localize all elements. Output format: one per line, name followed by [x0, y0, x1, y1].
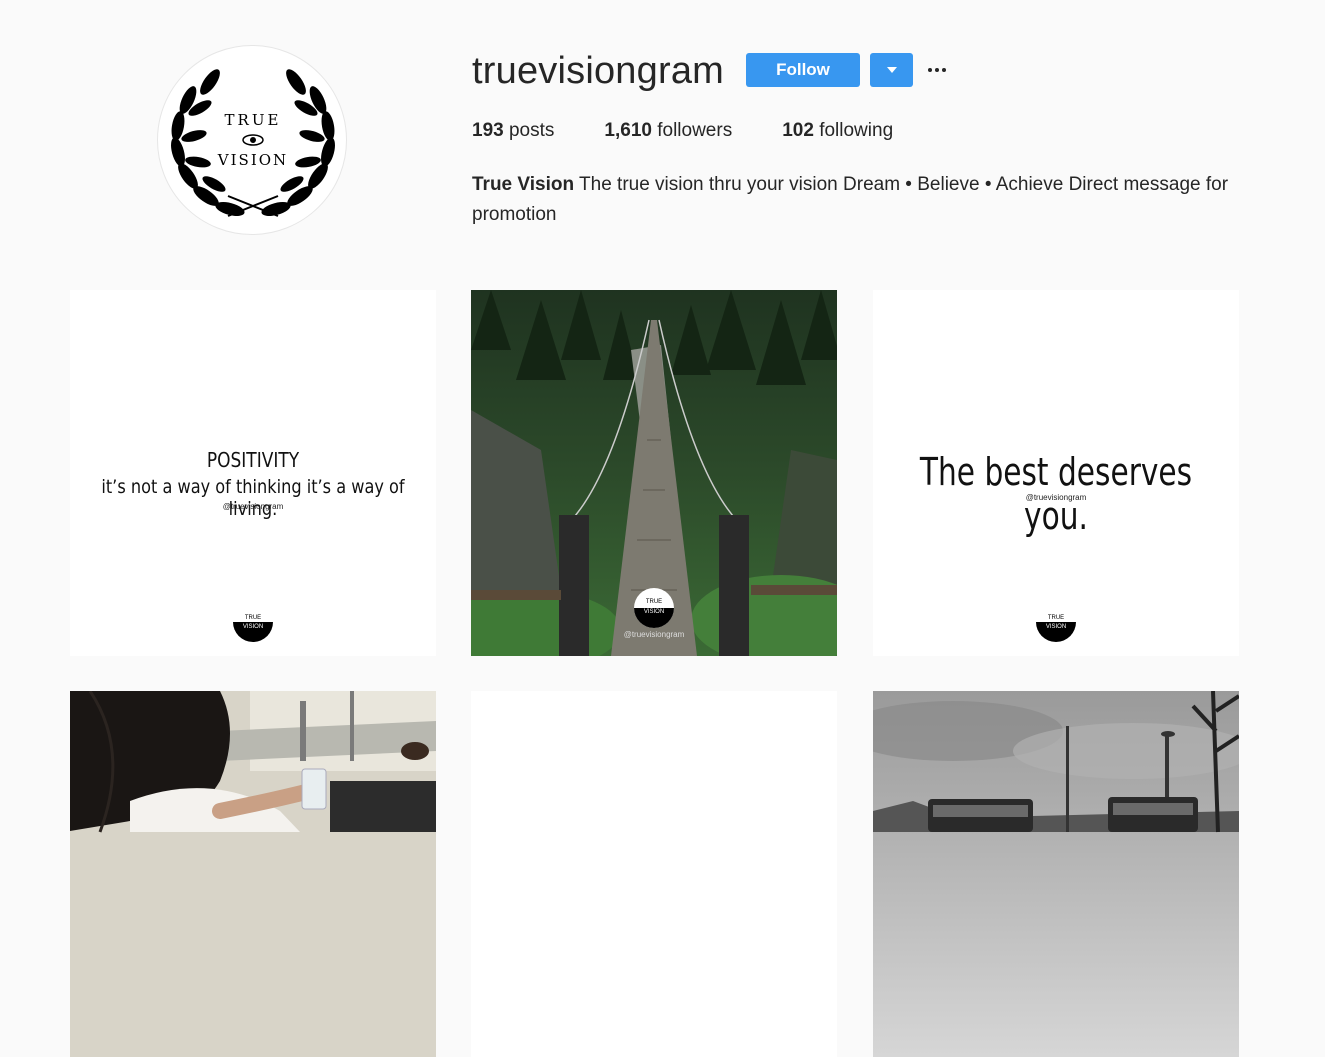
post-tile-5[interactable]	[471, 691, 837, 1057]
post-handle: @truevisiongram	[623, 630, 685, 639]
cars-photo-image	[873, 691, 1239, 1057]
stat-posts-label: posts	[508, 120, 555, 141]
post-tile-6[interactable]	[873, 691, 1239, 1057]
avatar-text-bottom: VISION	[217, 151, 288, 169]
stat-posts-count: 193	[472, 120, 504, 141]
true-vision-logo-icon: TRUE VISION	[233, 602, 273, 642]
post-tile-2[interactable]: TRUE VISION @truevisiongram	[471, 290, 837, 656]
bio-text: The true vision thru your vision Dream •…	[472, 174, 1229, 225]
stat-followers-count: 1,610	[604, 120, 652, 141]
true-vision-logo-icon: TRUE VISION	[1036, 602, 1076, 642]
stat-following-count: 102	[782, 120, 814, 141]
true-vision-logo-icon: TRUE VISION	[634, 588, 674, 628]
profile-stats: 193 posts 1,610 followers 102 following	[472, 120, 943, 142]
post-handle: @truevisiongram	[1025, 493, 1087, 502]
stat-followers[interactable]: 1,610 followers	[604, 120, 732, 142]
more-options-button[interactable]	[926, 56, 948, 84]
bio-name: True Vision	[472, 174, 575, 195]
profile-avatar[interactable]: TRUE VISION	[157, 45, 347, 235]
post-tile-4[interactable]	[70, 691, 436, 1057]
caret-down-icon	[886, 67, 897, 73]
suggestions-dropdown-button[interactable]	[870, 53, 913, 87]
boat-photo-image	[70, 691, 436, 1057]
stat-following[interactable]: 102 following	[782, 120, 893, 142]
post-tile-3[interactable]: The best deserves you. @truevisiongram T…	[873, 290, 1239, 656]
post-tile-1[interactable]: POSITIVITY it’s not a way of thinking it…	[70, 290, 436, 656]
profile-username: truevisiongram	[472, 50, 725, 92]
avatar-text-top: TRUE	[225, 111, 282, 129]
post-handle: @truevisiongram	[222, 502, 284, 511]
stat-following-label: following	[819, 120, 894, 141]
profile-bio: True Vision The true vision thru your vi…	[472, 170, 1252, 230]
stat-posts: 193 posts	[472, 120, 554, 142]
quote-line: it’s not a way of thinking it’s a way of…	[101, 476, 405, 520]
ellipsis-icon	[928, 68, 946, 72]
laurel-logo-icon: TRUE VISION	[171, 69, 335, 217]
quote-heading: POSITIVITY	[206, 448, 300, 472]
stat-followers-label: followers	[657, 120, 733, 141]
follow-button[interactable]: Follow	[746, 53, 860, 87]
